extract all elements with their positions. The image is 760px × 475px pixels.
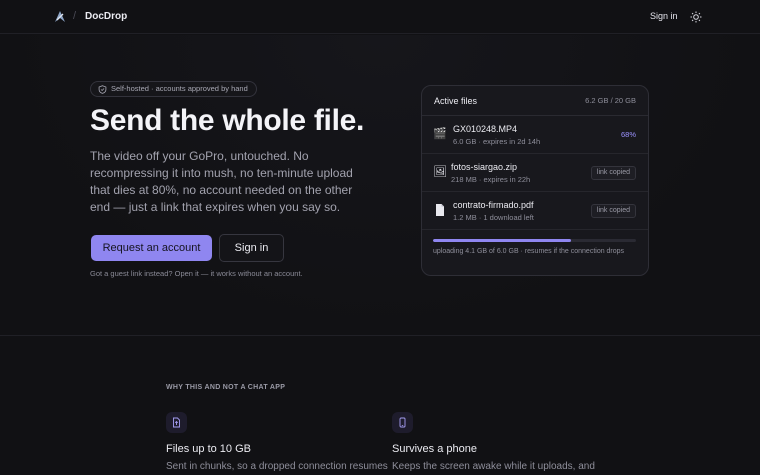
file-name: contrato-firmado.pdf: [453, 200, 534, 210]
upload-progress-bar: [433, 239, 636, 242]
brand-separator: /: [73, 10, 77, 22]
image-icon: 🖼: [433, 166, 447, 178]
theme-toggle-icon[interactable]: [690, 11, 702, 23]
logo-icon[interactable]: [53, 10, 67, 24]
brand-name[interactable]: DocDrop: [85, 11, 127, 22]
storage-quota: 6.2 GB / 20 GB: [585, 96, 636, 105]
document-icon: [436, 204, 444, 216]
upload-percent: 68%: [620, 130, 636, 139]
self-hosted-pill: Self-hosted · accounts approved by hand: [90, 81, 257, 97]
upload-progress-fill: [433, 239, 572, 242]
active-files-card: Active files 6.2 GB / 20 GB 🎬 GX010248.M…: [421, 85, 649, 276]
file-row[interactable]: 🎬 GX010248.MP4 6.0 GB · expires in 2d 14…: [422, 116, 648, 154]
hero-headline: Send the whole file.: [90, 104, 365, 137]
file-upload-icon: [166, 412, 187, 433]
request-account-button[interactable]: Request an account: [91, 235, 212, 261]
feature-title: Files up to 10 GB: [166, 443, 251, 455]
file-meta: 1.2 MB · 1 download left: [453, 213, 534, 222]
upload-status-text: uploading 4.1 GB of 6.0 GB · resumes if …: [433, 248, 625, 255]
video-icon: 🎬: [433, 128, 447, 140]
feature-description: Sent in chunks, so a dropped connection …: [166, 461, 388, 472]
guest-link-note: Got a guest link instead? Open it — it w…: [90, 269, 303, 278]
section-eyebrow: WHY THIS AND NOT A CHAT APP: [166, 384, 286, 391]
active-files-header: Active files 6.2 GB / 20 GB: [422, 86, 648, 116]
link-copied-badge[interactable]: link copied: [590, 166, 636, 180]
active-files-title: Active files: [434, 96, 478, 106]
phone-icon: [392, 412, 413, 433]
sign-in-button[interactable]: Sign in: [219, 234, 284, 262]
hero-description: The video off your GoPro, untouched. No …: [90, 149, 353, 214]
file-meta: 6.0 GB · expires in 2d 14h: [453, 137, 541, 146]
header-sign-in-link[interactable]: Sign in: [650, 11, 678, 21]
shield-check-icon: [98, 85, 107, 94]
file-row[interactable]: 🖼 fotos-siargao.zip 218 MB · expires in …: [422, 154, 648, 192]
file-meta: 218 MB · expires in 22h: [451, 175, 531, 184]
file-name: fotos-siargao.zip: [451, 162, 518, 172]
link-copied-badge[interactable]: link copied: [590, 204, 636, 218]
file-name: GX010248.MP4: [453, 124, 518, 134]
file-row[interactable]: contrato-firmado.pdf 1.2 MB · 1 download…: [422, 192, 648, 230]
pill-label: Self-hosted · accounts approved by hand: [111, 84, 248, 93]
feature-title: Survives a phone: [392, 443, 477, 455]
top-navigation-bar: / DocDrop Sign in: [0, 0, 760, 34]
feature-description: Keeps the screen awake while it uploads,…: [392, 461, 595, 472]
